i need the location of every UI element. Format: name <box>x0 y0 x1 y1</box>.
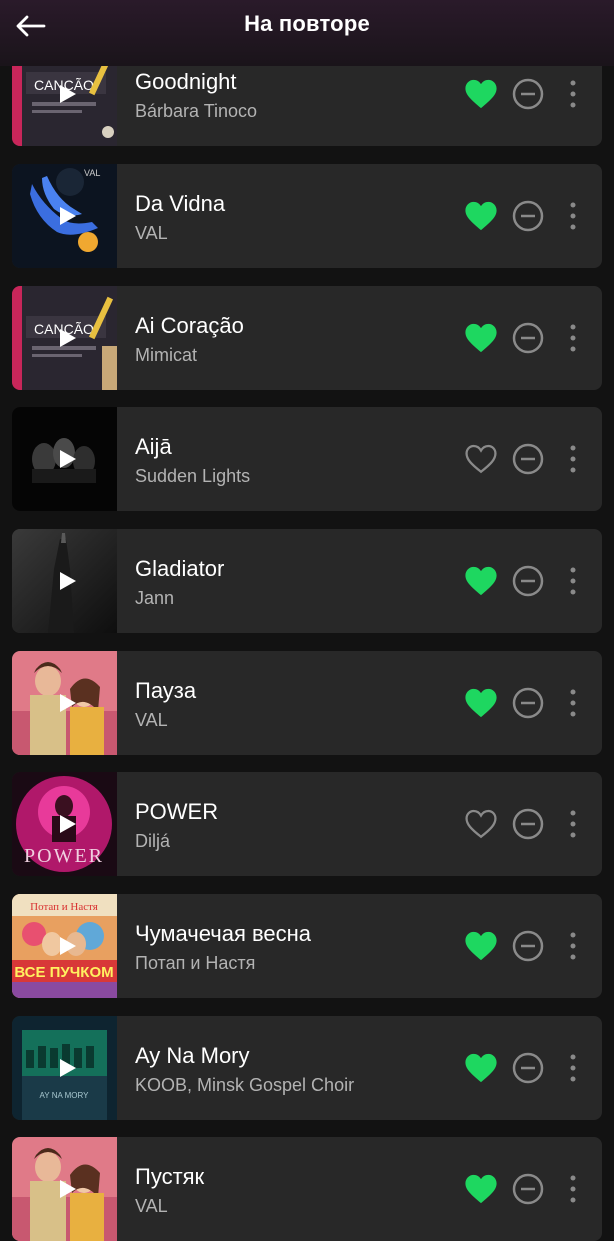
track-artist: VAL <box>135 1196 168 1216</box>
page-title: На повторе <box>244 11 370 36</box>
play-icon[interactable] <box>55 447 79 471</box>
album-art: POWER <box>12 772 117 876</box>
play-icon[interactable] <box>55 1177 79 1201</box>
svg-text:VAL: VAL <box>84 168 100 178</box>
track-artist: Bárbara Tinoco <box>135 101 258 121</box>
play-icon[interactable] <box>55 1056 79 1080</box>
remove-icon[interactable] <box>512 808 544 840</box>
heart-filled-icon[interactable] <box>464 565 498 597</box>
track-row[interactable]: Пауза VAL <box>12 651 602 755</box>
more-options-icon[interactable] <box>562 1173 584 1205</box>
heart-filled-icon[interactable] <box>464 1173 498 1205</box>
track-title: Goodnight <box>135 69 237 94</box>
track-row[interactable]: CANÇÃO Ai Coração Mimicat <box>12 286 602 390</box>
play-icon[interactable] <box>55 812 79 836</box>
more-options-icon[interactable] <box>562 687 584 719</box>
track-row[interactable]: VAL Da Vidna VAL <box>12 164 602 268</box>
track-title: Ai Coração <box>135 313 244 338</box>
track-title: Чумачечая весна <box>135 921 312 946</box>
track-artist: Sudden Lights <box>135 466 251 486</box>
remove-icon[interactable] <box>512 1173 544 1205</box>
track-row[interactable]: Потап и Настя ВСЕ ПУЧКОМ Чумачечая весна… <box>12 894 602 998</box>
track-list: CANÇÃO Goodnight Bárbara Tinoco VAL Da V… <box>0 0 614 1241</box>
remove-icon[interactable] <box>512 565 544 597</box>
track-title: Пустяк <box>135 1164 205 1189</box>
track-row[interactable]: Gladiator Jann <box>12 529 602 633</box>
play-icon[interactable] <box>55 82 79 106</box>
track-artist: VAL <box>135 223 168 243</box>
more-options-icon[interactable] <box>562 200 584 232</box>
heart-filled-icon[interactable] <box>464 322 498 354</box>
track-title: Ay Na Mory <box>135 1043 250 1068</box>
heart-filled-icon[interactable] <box>464 200 498 232</box>
track-artist: KOOB, Minsk Gospel Choir <box>135 1075 355 1095</box>
track-artist: Mimicat <box>135 345 197 365</box>
album-art <box>12 1137 117 1241</box>
play-icon[interactable] <box>55 691 79 715</box>
track-title: Da Vidna <box>135 191 226 216</box>
top-bar: На повторе <box>0 0 614 66</box>
svg-text:Потап и Настя: Потап и Настя <box>30 901 98 913</box>
svg-text:AY NA MORY: AY NA MORY <box>40 1091 90 1100</box>
heart-filled-icon[interactable] <box>464 1052 498 1084</box>
track-row[interactable]: AY NA MORY Ay Na Mory KOOB, Minsk Gospel… <box>12 1016 602 1120</box>
album-art: CANÇÃO <box>12 286 117 390</box>
more-options-icon[interactable] <box>562 322 584 354</box>
album-art <box>12 407 117 511</box>
track-row[interactable]: POWER POWER Diljá <box>12 772 602 876</box>
track-artist: VAL <box>135 710 168 730</box>
album-art: VAL <box>12 164 117 268</box>
more-options-icon[interactable] <box>562 808 584 840</box>
album-art: AY NA MORY <box>12 1016 117 1120</box>
track-title: Aijā <box>135 434 172 459</box>
heart-filled-icon[interactable] <box>464 930 498 962</box>
remove-icon[interactable] <box>512 78 544 110</box>
track-artist: Потап и Настя <box>135 953 256 973</box>
more-options-icon[interactable] <box>562 443 584 475</box>
play-icon[interactable] <box>55 326 79 350</box>
remove-icon[interactable] <box>512 1052 544 1084</box>
album-art <box>12 651 117 755</box>
track-row[interactable]: Пустяк VAL <box>12 1137 602 1241</box>
remove-icon[interactable] <box>512 687 544 719</box>
remove-icon[interactable] <box>512 930 544 962</box>
heart-filled-icon[interactable] <box>464 78 498 110</box>
track-artist: Diljá <box>135 831 171 851</box>
svg-text:ВСЕ ПУЧКОМ: ВСЕ ПУЧКОМ <box>14 964 113 981</box>
heart-filled-icon[interactable] <box>464 687 498 719</box>
more-options-icon[interactable] <box>562 1052 584 1084</box>
track-title: Gladiator <box>135 556 225 581</box>
play-icon[interactable] <box>55 204 79 228</box>
remove-icon[interactable] <box>512 443 544 475</box>
play-icon[interactable] <box>55 569 79 593</box>
heart-outline-icon[interactable] <box>464 443 498 475</box>
album-art: Потап и Настя ВСЕ ПУЧКОМ <box>12 894 117 998</box>
play-icon[interactable] <box>55 934 79 958</box>
remove-icon[interactable] <box>512 200 544 232</box>
remove-icon[interactable] <box>512 322 544 354</box>
more-options-icon[interactable] <box>562 930 584 962</box>
more-options-icon[interactable] <box>562 565 584 597</box>
heart-outline-icon[interactable] <box>464 808 498 840</box>
track-row[interactable]: Aijā Sudden Lights <box>12 407 602 511</box>
track-title: Пауза <box>135 678 197 703</box>
svg-text:POWER: POWER <box>24 845 104 867</box>
album-art <box>12 529 117 633</box>
more-options-icon[interactable] <box>562 78 584 110</box>
track-title: POWER <box>135 799 219 824</box>
track-artist: Jann <box>135 588 175 608</box>
